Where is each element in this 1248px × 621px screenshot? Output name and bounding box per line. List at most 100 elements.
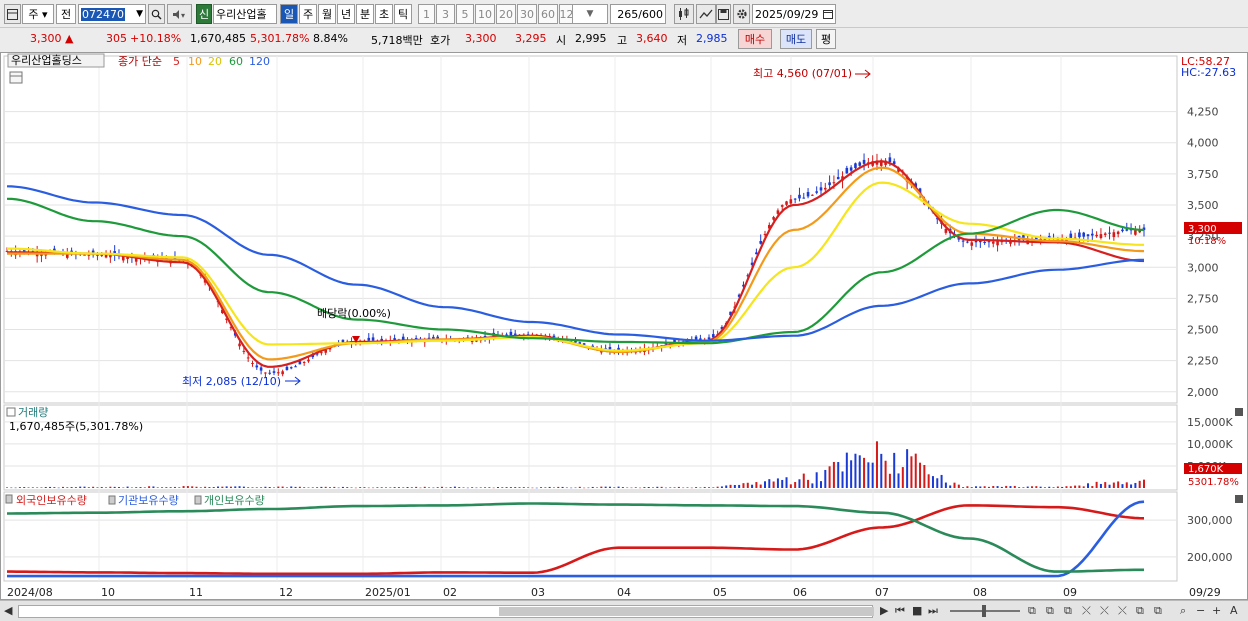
institution-legend[interactable]: 기관보유수량 [118,494,179,507]
volume-close-icon[interactable] [1235,408,1243,416]
volume-bar [337,487,340,489]
stop-icon[interactable]: ■ [912,604,922,617]
volume-bar [509,487,512,488]
count-tab-30[interactable]: 30 [517,4,537,24]
individual-legend[interactable]: 개인보유수량 [204,494,265,507]
volume-bar [402,487,405,488]
line-tool-icon[interactable] [696,4,716,24]
count-tab-5[interactable]: 5 [456,4,474,24]
tool-icon-8[interactable]: ⧉ [1154,604,1162,618]
volume-bar [953,482,956,488]
period-tab-1[interactable]: 주 [299,4,317,24]
dividend-annotation: 배당락(0.00%) [317,307,391,320]
bar-count-input[interactable]: 265/600 [610,4,666,24]
zoom-slider[interactable] [950,605,1020,617]
ma-period-120[interactable]: 120 [249,55,270,68]
volume-bar [940,474,943,488]
scroll-thumb[interactable] [499,607,874,616]
candle-type-icon[interactable] [674,4,694,24]
volume-panel[interactable] [3,404,1178,491]
period-tab-2[interactable]: 월 [318,4,336,24]
count-tab-60[interactable]: 60 [538,4,558,24]
tool-icon-5[interactable]: ⤬ [1100,604,1109,618]
font-size-icon[interactable]: A [1230,604,1238,617]
tool-icon-4[interactable]: ⤬ [1082,604,1091,618]
search-icon[interactable] [148,4,165,24]
volume-bar [453,486,456,488]
save-icon[interactable] [716,4,731,24]
period-tab-5[interactable]: 초 [375,4,393,24]
tool-icon-1[interactable]: ⧉ [1028,604,1036,618]
tool-icon-3[interactable]: ⧉ [1064,604,1072,618]
chart-area[interactable]: 4,250 4,000 3,750 3,500 3,250 3,000 2,750 2,500… [0,52,1248,600]
magnifier-icon[interactable]: ⌕ [1180,604,1186,618]
count-tab-1[interactable]: 1 [418,4,435,24]
price-tick-label: 3,500 [1187,199,1219,212]
tool-icon-6[interactable]: ⤬ [1118,604,1127,618]
gear-icon[interactable] [733,4,750,24]
candle-body [294,366,297,368]
speaker-icon[interactable]: ▾ [167,4,192,24]
ma-period-5[interactable]: 5 [173,55,180,68]
period-tab-6[interactable]: 틱 [394,4,412,24]
holders-close-icon[interactable] [1235,495,1243,503]
sell-button[interactable]: 매도 [780,29,812,49]
volume-bar [367,487,370,489]
code-value: 072470 [81,7,125,21]
scroll-left-icon[interactable]: ◀ [4,604,12,617]
volume-bar [1022,487,1025,488]
period-tab-0[interactable]: 일 [280,4,298,24]
ma-period-20[interactable]: 20 [208,55,222,68]
volume-bar [1112,482,1115,488]
eval-button[interactable]: 평 [816,29,836,49]
volume-bar [372,487,375,489]
table-icon[interactable] [9,71,23,84]
volume-bar [1005,485,1008,488]
svg-text:▾: ▾ [181,11,185,20]
market-select[interactable]: 주 ▾ [22,4,54,24]
period-tab-3[interactable]: 년 [337,4,355,24]
calendar-icon[interactable] [823,9,833,19]
price-panel[interactable] [3,55,1178,404]
zoom-slider-handle[interactable] [982,605,986,617]
code-dropdown-icon[interactable]: ▼ [136,9,143,19]
volume-bar [135,487,138,488]
count-tab-10[interactable]: 10 [475,4,495,24]
layout-icon[interactable] [4,4,21,24]
date-input[interactable]: 2025/09/29 [752,4,836,24]
candle-body [307,359,310,362]
stock-name-text: 우리산업홀딩스 [11,54,82,67]
prev-button[interactable]: 전 [56,4,76,24]
ma-label[interactable]: 종가 단순 [118,55,162,68]
ma-period-10[interactable]: 10 [188,55,202,68]
rewind-icon[interactable]: ⏮ [895,604,905,618]
tool-icon-7[interactable]: ⧉ [1136,604,1144,618]
volume-bar [574,487,577,489]
period-tab-4[interactable]: 분 [356,4,374,24]
turnover-rate: 8.84% [313,32,348,45]
buy-button[interactable]: 매수 [738,29,772,49]
volume-last-tag-text: 1,670K [1188,464,1224,475]
volume-bar [92,486,95,488]
x-tick-label: 09/29 [1189,586,1221,599]
volume-bar [690,487,693,489]
volume-panel-icon[interactable] [6,407,16,417]
tool-icon-2[interactable]: ⧉ [1046,604,1054,618]
volume-bar [996,486,999,488]
scroll-right-icon[interactable]: ▶ [880,604,888,617]
volume-title[interactable]: 거래량 [18,406,48,419]
candle-body [966,241,969,243]
foreign-legend[interactable]: 외국인보유수량 [16,494,87,507]
ma-period-60[interactable]: 60 [229,55,243,68]
count-tab-3[interactable]: 3 [436,4,455,24]
code-input[interactable]: 072470 ▼ [78,4,146,24]
chart-canvas[interactable]: 4,2504,0003,7503,5003,2503,0002,7502,500… [1,53,1247,599]
forward-icon[interactable]: ⏭ [928,604,938,618]
low-price: 2,985 [696,32,728,45]
count-tab-20[interactable]: 20 [496,4,516,24]
count-dropdown[interactable]: ▼ [572,4,608,24]
zoom-in-icon[interactable]: + [1212,604,1221,617]
zoom-out-icon[interactable]: − [1196,604,1205,617]
scrollbar[interactable] [18,605,874,618]
holders-panel-icon[interactable] [5,494,13,504]
